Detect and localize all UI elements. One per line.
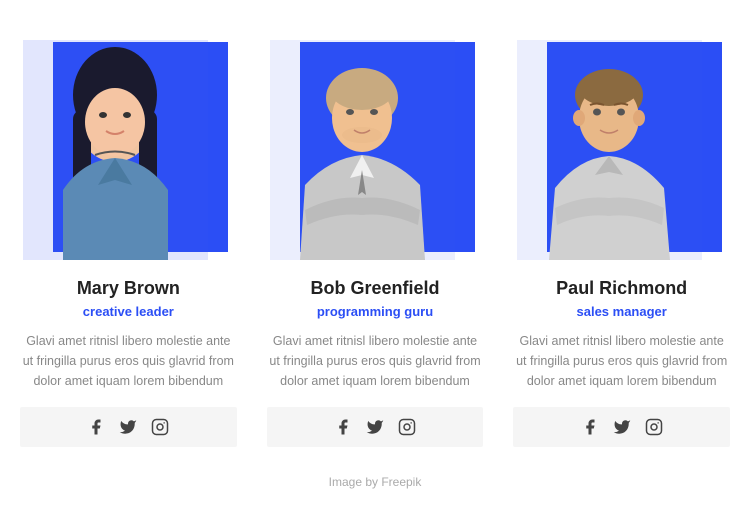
instagram-icon-mary[interactable] — [150, 417, 170, 437]
twitter-icon-mary[interactable] — [118, 417, 138, 437]
person-photo-paul — [517, 40, 702, 260]
twitter-icon-paul[interactable] — [612, 417, 632, 437]
instagram-icon-bob[interactable] — [397, 417, 417, 437]
person-photo-mary — [23, 40, 208, 260]
member-role-bob: programming guru — [317, 304, 433, 319]
member-name-paul: Paul Richmond — [556, 278, 687, 299]
social-bar-mary — [20, 407, 237, 447]
instagram-icon-paul[interactable] — [644, 417, 664, 437]
team-card-bob: Bob Greenfield programming guru Glavi am… — [267, 30, 484, 447]
photo-area-mary — [23, 30, 233, 260]
member-role-paul: sales manager — [577, 304, 667, 319]
facebook-icon-bob[interactable] — [333, 417, 353, 437]
member-name-bob: Bob Greenfield — [311, 278, 440, 299]
team-card-paul: Paul Richmond sales manager Glavi amet r… — [513, 30, 730, 447]
person-photo-bob — [270, 40, 455, 260]
photo-area-bob — [270, 30, 480, 260]
footer-credit: Image by Freepik — [329, 475, 422, 489]
member-name-mary: Mary Brown — [77, 278, 180, 299]
member-bio-mary: Glavi amet ritnisl libero molestie ante … — [20, 331, 237, 391]
member-bio-bob: Glavi amet ritnisl libero molestie ante … — [267, 331, 484, 391]
facebook-icon-paul[interactable] — [580, 417, 600, 437]
team-grid: Mary Brown creative leader Glavi amet ri… — [20, 30, 730, 447]
social-bar-bob — [267, 407, 484, 447]
social-bar-paul — [513, 407, 730, 447]
member-role-mary: creative leader — [83, 304, 174, 319]
twitter-icon-bob[interactable] — [365, 417, 385, 437]
facebook-icon-mary[interactable] — [86, 417, 106, 437]
photo-area-paul — [517, 30, 727, 260]
team-card-mary: Mary Brown creative leader Glavi amet ri… — [20, 30, 237, 447]
member-bio-paul: Glavi amet ritnisl libero molestie ante … — [513, 331, 730, 391]
